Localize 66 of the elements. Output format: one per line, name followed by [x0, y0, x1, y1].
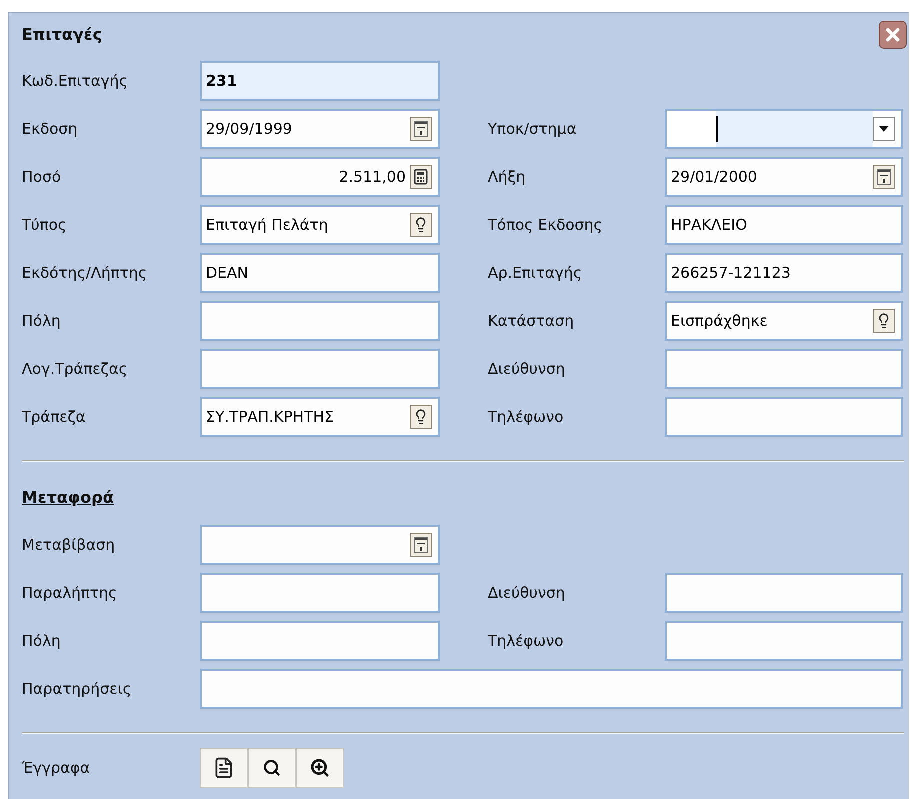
field-label: Μεταβίβαση — [22, 534, 116, 556]
calendar-icon — [877, 169, 891, 185]
window-title: Επιταγές — [22, 24, 102, 46]
input-field[interactable] — [665, 621, 903, 661]
field-label: Υποκ/στημα — [488, 118, 578, 140]
search-icon — [263, 759, 281, 777]
dropdown-field[interactable] — [665, 109, 903, 149]
input-field[interactable] — [665, 349, 903, 389]
input-field[interactable]: ΣΥ.ΤΡΑΠ.ΚΡΗΤΗΣ — [200, 397, 440, 437]
field-label: Εκδότης/Λήπτης — [22, 262, 148, 284]
text-cursor — [716, 116, 718, 142]
field-label: Εκδοση — [22, 118, 79, 140]
input-field[interactable] — [200, 669, 903, 709]
lookup-button[interactable] — [873, 309, 895, 333]
input-field[interactable] — [200, 525, 440, 565]
input-field[interactable]: Επιταγή Πελάτη — [200, 205, 440, 245]
field-label: Πόλη — [22, 310, 62, 332]
field-label: Πόλη — [22, 630, 62, 652]
calendar-button[interactable] — [873, 165, 895, 189]
field-label: Τύπος — [22, 214, 68, 236]
field-label: Διεύθυνση — [488, 582, 566, 604]
section-heading: Μεταφορά — [22, 487, 114, 509]
field-label: Τράπεζα — [22, 406, 87, 428]
field-label: Τόπος Εκδοσης — [488, 214, 604, 236]
input-field[interactable]: 29/01/2000 — [665, 157, 903, 197]
input-field[interactable] — [665, 573, 903, 613]
calendar-button[interactable] — [410, 533, 432, 557]
field-label: Έγγραφα — [22, 758, 92, 779]
input-field[interactable] — [200, 349, 440, 389]
input-field[interactable]: 231 — [200, 61, 440, 101]
input-field[interactable] — [200, 301, 440, 341]
field-label: Λήξη — [488, 166, 527, 188]
field-label: Διεύθυνση — [488, 358, 566, 380]
input-field[interactable]: Εισπράχθηκε — [665, 301, 903, 341]
zoom-in-icon — [310, 758, 330, 778]
dropdown-button[interactable] — [873, 117, 895, 141]
input-field[interactable] — [200, 573, 440, 613]
calculator-button[interactable] — [410, 165, 432, 189]
field-label: Παραλήπτης — [22, 582, 118, 604]
lookup-button[interactable] — [410, 405, 432, 429]
calendar-icon — [414, 537, 428, 553]
document-icon — [213, 757, 235, 779]
field-label: Τηλέφωνο — [488, 406, 565, 428]
input-field[interactable]: DEAN — [200, 253, 440, 293]
field-label: Λογ.Τράπεζας — [22, 358, 129, 380]
field-label: Αρ.Επιταγής — [488, 262, 584, 284]
caret-icon — [879, 126, 889, 132]
close-button[interactable] — [879, 21, 907, 49]
zoom-in-button[interactable] — [296, 748, 344, 788]
input-field[interactable] — [200, 621, 440, 661]
input-field[interactable]: ΗΡΑΚΛΕΙΟ — [665, 205, 903, 245]
lookup-button[interactable] — [410, 213, 432, 237]
field-label: Παρατηρήσεις — [22, 678, 133, 700]
calculator-icon — [414, 169, 428, 185]
field-label: Τηλέφωνο — [488, 630, 565, 652]
calendar-button[interactable] — [410, 117, 432, 141]
calendar-icon — [414, 121, 428, 137]
input-field[interactable]: 29/09/1999 — [200, 109, 440, 149]
input-field[interactable]: 2.511,00 — [200, 157, 440, 197]
field-label: Κατάσταση — [488, 310, 576, 332]
search-button[interactable] — [248, 748, 296, 788]
input-field[interactable]: 266257-121123 — [665, 253, 903, 293]
input-field[interactable] — [665, 397, 903, 437]
field-label: Ποσό — [22, 166, 62, 188]
document-button[interactable] — [200, 748, 248, 788]
field-label: Κωδ.Επιταγής — [22, 70, 130, 92]
